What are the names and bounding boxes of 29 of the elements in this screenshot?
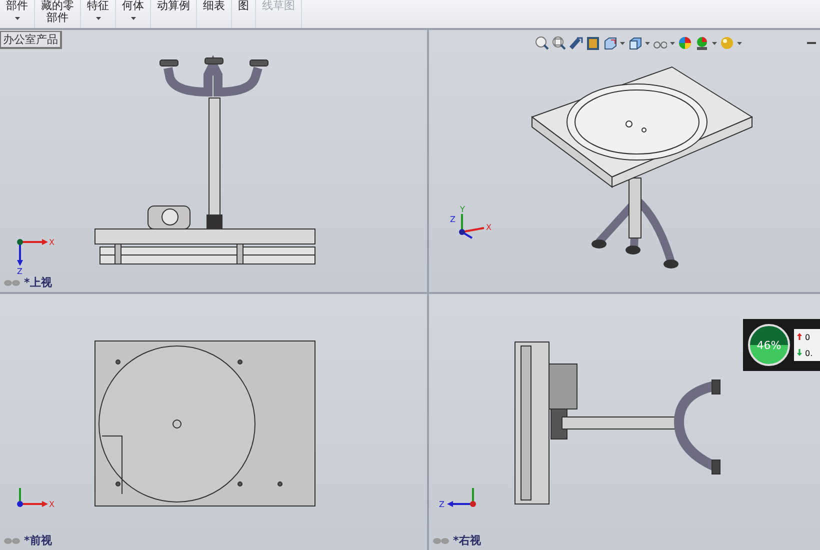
- scene-icon[interactable]: [695, 36, 709, 50]
- toolbar-button[interactable]: 图: [232, 0, 256, 28]
- caret-icon[interactable]: [670, 42, 675, 44]
- caret-icon: [96, 17, 100, 20]
- caret-icon: [14, 17, 20, 20]
- toolbar-button[interactable]: 动算例: [151, 0, 197, 28]
- zoom-to-fit-icon[interactable]: [535, 36, 549, 50]
- toolbar-button[interactable]: 细表: [197, 0, 232, 28]
- view-label: *前视: [24, 533, 52, 548]
- color-ball-icon[interactable]: [678, 36, 692, 50]
- up-arrow-icon: [797, 332, 802, 340]
- toolbar-button[interactable]: 何体: [116, 0, 151, 28]
- meter-reading: 46%: [756, 338, 782, 352]
- toolbar-button[interactable]: 藏的零 部件: [35, 0, 81, 28]
- caret-icon[interactable]: [712, 42, 717, 44]
- download-rate: 0.: [805, 348, 813, 358]
- upload-rate: 0: [805, 332, 810, 342]
- toolbar-button[interactable]: 特征: [81, 0, 116, 28]
- caret-icon[interactable]: [737, 42, 742, 44]
- caret-icon[interactable]: [645, 42, 650, 44]
- zoom-area-icon[interactable]: [552, 36, 566, 50]
- caret-icon[interactable]: [620, 42, 625, 44]
- document-tab[interactable]: 办公室产品: [0, 31, 62, 49]
- caret-icon: [130, 17, 136, 20]
- down-arrow-icon: [797, 348, 802, 356]
- toolbar-button[interactable]: 部件: [0, 0, 35, 28]
- view-label: *上视: [24, 275, 52, 290]
- cube-icon[interactable]: [628, 36, 642, 50]
- view-label: *右视: [453, 533, 481, 548]
